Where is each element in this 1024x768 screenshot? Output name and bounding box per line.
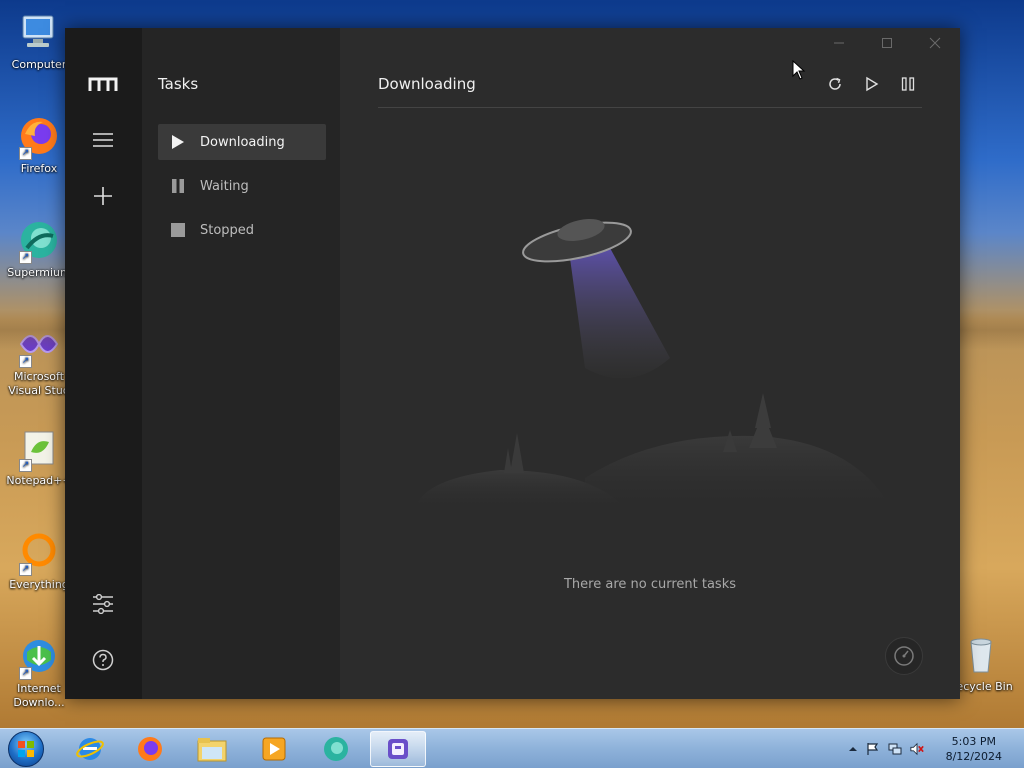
- windows-logo-icon: [8, 731, 44, 767]
- shortcut-arrow-icon: ↗: [19, 667, 32, 680]
- preferences-icon[interactable]: [87, 588, 119, 620]
- desktop-icon-supermium[interactable]: ↗ Supermium: [4, 218, 74, 280]
- desktop-icon-label: Microsoft Visual Stud: [8, 370, 70, 397]
- app-logo-icon: [87, 68, 119, 100]
- task-list-sidebar: Tasks Downloading Waiting Stopped: [142, 28, 340, 699]
- clock-date: 8/12/2024: [945, 750, 1002, 763]
- stop-icon: [170, 222, 186, 238]
- desktop-icon-label: Computer: [11, 58, 67, 71]
- media-player-icon: [262, 737, 286, 761]
- refresh-button[interactable]: [823, 72, 847, 96]
- recycle-bin-icon: [959, 632, 1003, 676]
- notepad-plus-plus-icon: ↗: [17, 426, 61, 472]
- maximize-button[interactable]: [872, 32, 902, 54]
- network-icon[interactable]: [888, 742, 902, 756]
- taskbar-motrix[interactable]: [370, 731, 426, 767]
- pause-all-button[interactable]: [896, 72, 920, 96]
- speedometer-icon: [894, 646, 914, 666]
- page-title: Downloading: [378, 75, 476, 93]
- firefox-icon: ↗: [17, 114, 61, 160]
- desktop-icon-firefox[interactable]: ↗ Firefox: [4, 114, 74, 176]
- firefox-icon: [138, 737, 162, 761]
- desktop-icon-internet-download-manager[interactable]: ↗ Internet Downlo...: [4, 634, 74, 710]
- empty-state-ufo-illustration: [415, 219, 885, 508]
- shortcut-arrow-icon: ↗: [19, 563, 32, 576]
- pause-icon: [901, 77, 915, 91]
- file-explorer-icon: [197, 738, 227, 762]
- supermium-icon: ↗: [17, 218, 61, 264]
- close-button[interactable]: [920, 32, 950, 54]
- sidebar-item-label: Waiting: [200, 178, 249, 194]
- desktop-icon-label: Internet Downlo...: [13, 682, 65, 709]
- desktop-icon-notepad-plus-plus[interactable]: ↗ Notepad++: [4, 426, 74, 488]
- taskbar-clock[interactable]: 5:03 PM 8/12/2024: [946, 734, 1002, 764]
- mouse-cursor-icon: [792, 60, 806, 80]
- internet-download-manager-icon: ↗: [17, 634, 61, 680]
- taskbar-supermium[interactable]: [308, 731, 364, 767]
- app-rail: [65, 28, 142, 699]
- sidebar-item-label: Stopped: [200, 222, 255, 238]
- add-task-icon[interactable]: [87, 180, 119, 212]
- desktop-icon-label: Everything: [9, 578, 69, 591]
- sidebar-item-downloading[interactable]: Downloading: [158, 124, 326, 160]
- speed-limit-button[interactable]: [885, 637, 923, 675]
- desktop-icon-label: Firefox: [20, 162, 58, 175]
- shortcut-arrow-icon: ↗: [19, 355, 32, 368]
- system-tray: 5:03 PM 8/12/2024: [840, 729, 1024, 768]
- sidebar-item-label: Downloading: [200, 134, 285, 150]
- desktop-icon-computer[interactable]: Computer: [4, 10, 74, 72]
- menu-icon[interactable]: [87, 124, 119, 156]
- resume-all-button[interactable]: [860, 72, 884, 96]
- visual-studio-icon: ↗: [17, 322, 61, 368]
- desktop-icon-label: Notepad++: [6, 474, 72, 487]
- download-manager-window: Tasks Downloading Waiting Stopped Downlo…: [65, 28, 960, 699]
- motrix-icon: [388, 739, 408, 759]
- everything-search-icon: ↗: [17, 530, 61, 576]
- play-icon: [866, 76, 879, 92]
- computer-icon: [17, 10, 61, 54]
- supermium-icon: [324, 737, 348, 761]
- volume-muted-icon[interactable]: [910, 742, 924, 756]
- taskbar-firefox[interactable]: [122, 731, 178, 767]
- internet-explorer-icon: [76, 738, 104, 760]
- pause-icon: [170, 178, 186, 194]
- title-divider: [378, 107, 922, 108]
- taskbar: 5:03 PM 8/12/2024: [0, 728, 1024, 768]
- desktop-icon-everything[interactable]: ↗ Everything: [4, 530, 74, 592]
- shortcut-arrow-icon: ↗: [19, 147, 32, 160]
- sidebar-item-stopped[interactable]: Stopped: [158, 212, 326, 248]
- desktop-icon-visual-studio[interactable]: ↗ Microsoft Visual Stud: [4, 322, 74, 398]
- refresh-icon: [829, 77, 841, 90]
- start-button[interactable]: [4, 730, 48, 768]
- sidebar-item-waiting[interactable]: Waiting: [158, 168, 326, 204]
- taskbar-file-explorer[interactable]: [184, 731, 240, 767]
- desktop-icon-label: Supermium: [7, 266, 71, 279]
- minimize-button[interactable]: [824, 32, 854, 54]
- action-center-flag-icon[interactable]: [866, 742, 880, 756]
- play-icon: [170, 134, 186, 150]
- shortcut-arrow-icon: ↗: [19, 251, 32, 264]
- task-list-panel: Downloading There are no current tasks: [340, 28, 960, 699]
- shortcut-arrow-icon: ↗: [19, 459, 32, 472]
- empty-state-message: There are no current tasks: [563, 577, 736, 592]
- taskbar-internet-explorer[interactable]: [62, 731, 118, 767]
- show-hidden-icons-chevron-icon[interactable]: [846, 742, 860, 756]
- help-icon[interactable]: [87, 644, 119, 676]
- sidebar-title: Tasks: [158, 75, 199, 93]
- clock-time: 5:03 PM: [951, 735, 996, 748]
- taskbar-media-player[interactable]: [246, 731, 302, 767]
